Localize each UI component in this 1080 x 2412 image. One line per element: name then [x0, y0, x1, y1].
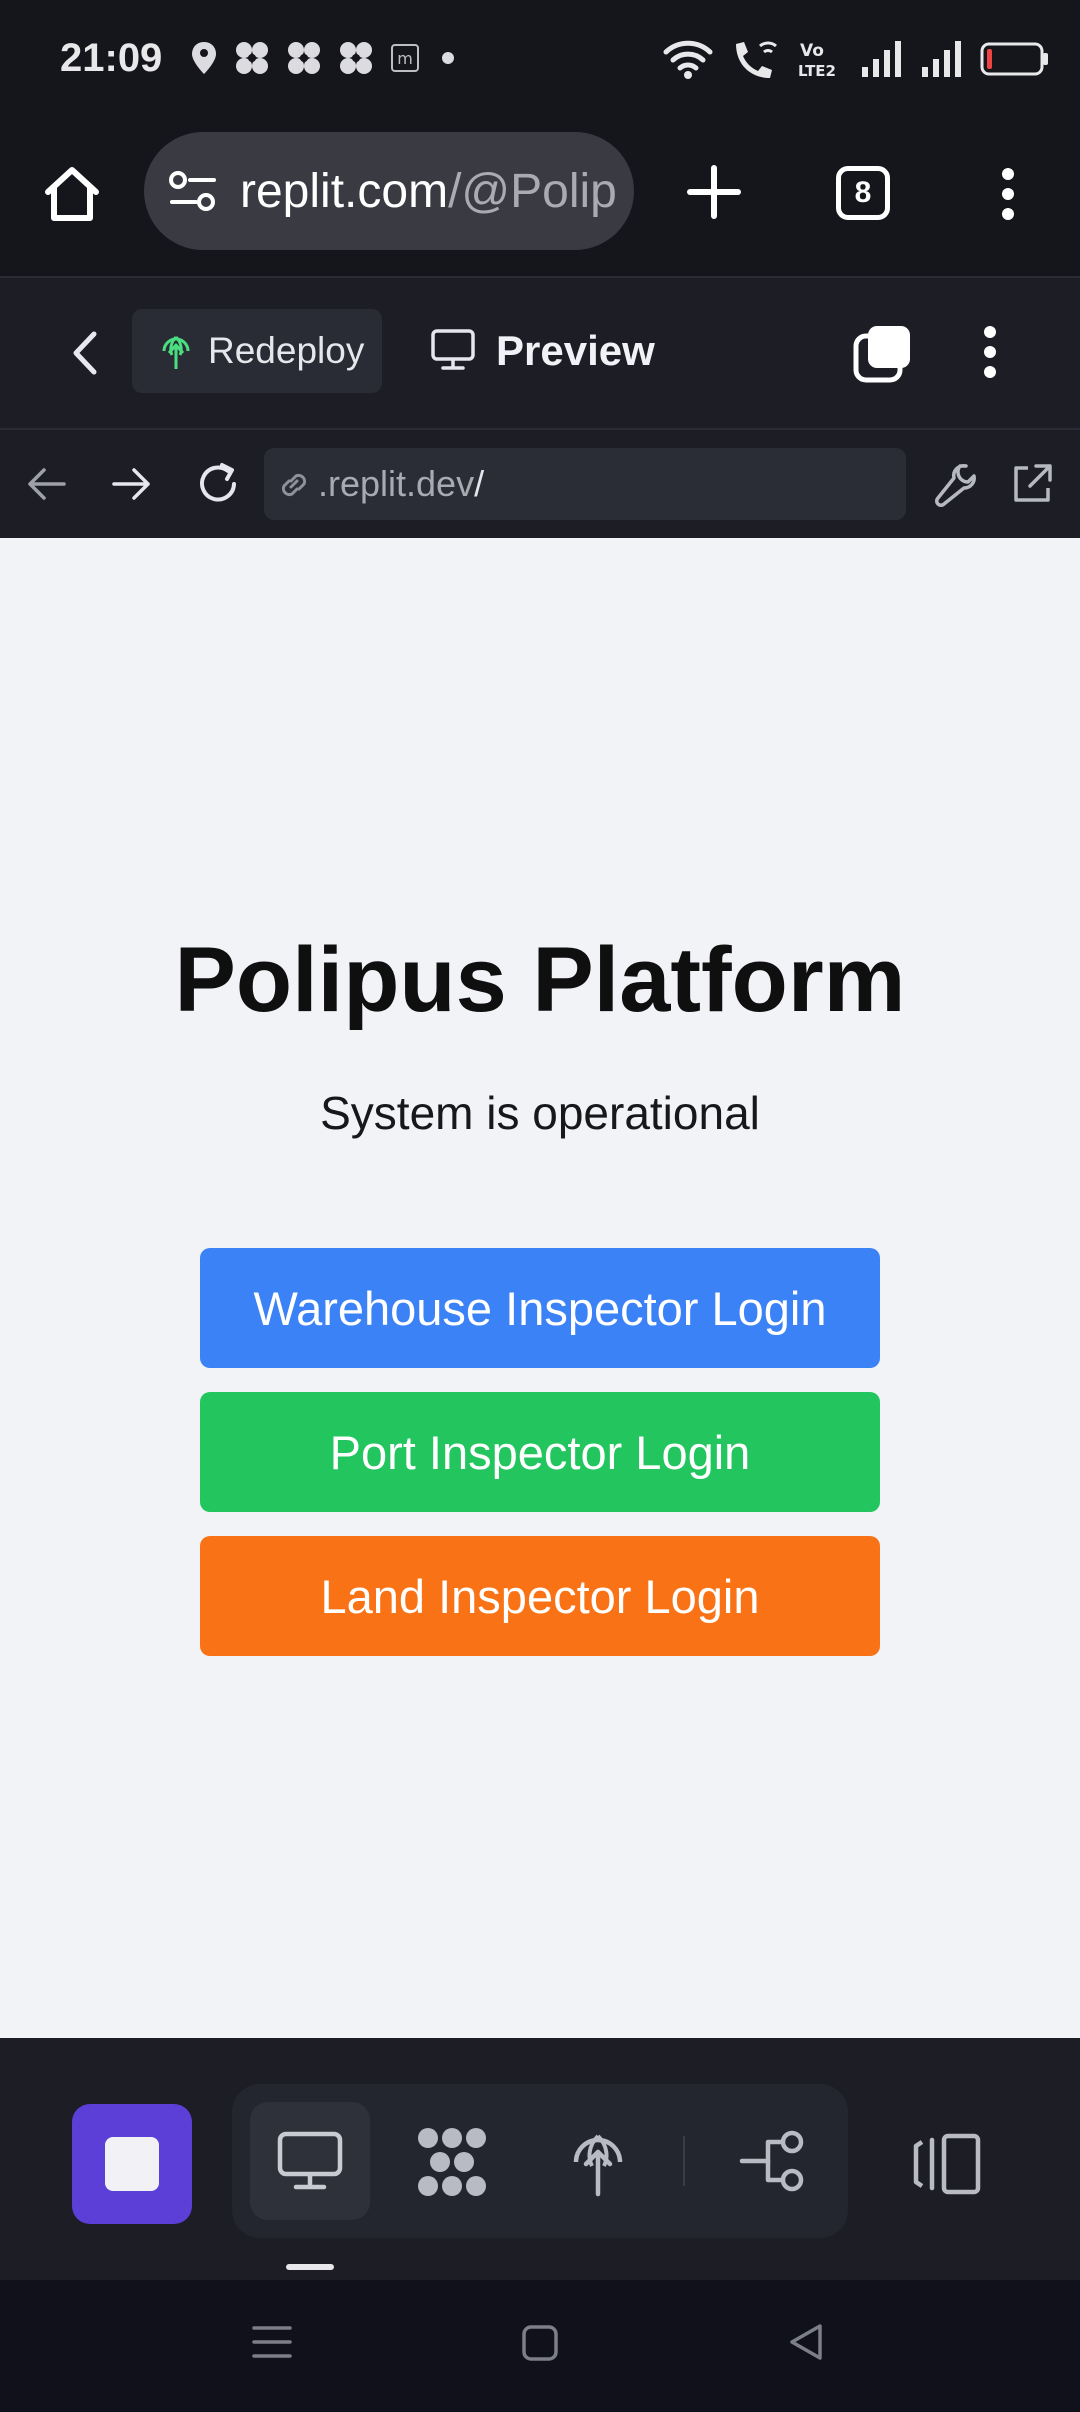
wifi-calling-icon	[736, 41, 777, 78]
signal-icon	[862, 41, 901, 77]
nav-forward-button[interactable]	[108, 462, 154, 506]
recent-apps-button[interactable]	[252, 2322, 292, 2362]
home-button[interactable]	[42, 164, 102, 224]
preview-url-path: /	[474, 463, 485, 504]
dot-icon	[442, 52, 454, 64]
monitor-icon	[430, 328, 476, 372]
tab-preview[interactable]: Preview	[430, 308, 655, 394]
devices-icon	[913, 2133, 981, 2195]
gesture-indicator	[286, 2264, 334, 2270]
home-nav-button[interactable]	[521, 2324, 559, 2362]
preview-tool-button[interactable]	[250, 2102, 370, 2220]
toolbar-divider	[683, 2136, 685, 2186]
pane-switch-button[interactable]	[852, 322, 914, 384]
reload-button[interactable]	[194, 460, 242, 508]
url-text: replit.com/@Polip	[240, 164, 620, 219]
nav-back-button[interactable]	[24, 462, 70, 506]
preview-label: Preview	[496, 327, 655, 374]
reload-icon	[200, 463, 236, 502]
agent-logo-icon	[418, 2128, 486, 2196]
preview-url: .replit.dev/	[318, 463, 484, 505]
stop-button[interactable]	[72, 2104, 192, 2224]
app-icon	[288, 42, 320, 74]
new-tab-button[interactable]	[686, 164, 742, 220]
replit-bottom-toolbar	[0, 2038, 1080, 2280]
devices-tool-button[interactable]	[912, 2132, 984, 2196]
replit-header: Redeploy Preview	[0, 278, 1080, 430]
wrench-icon	[935, 464, 976, 507]
status-message: System is operational	[320, 1087, 760, 1139]
url-bar[interactable]: replit.com/@Polip	[144, 132, 634, 250]
battery-low-icon	[980, 42, 1048, 76]
stop-icon	[105, 2137, 159, 2191]
back-nav-button[interactable]	[786, 2322, 826, 2362]
site-settings-icon[interactable]	[168, 170, 218, 214]
square-icon	[522, 2325, 558, 2361]
browser-menu-button[interactable]	[996, 164, 1020, 224]
home-icon	[45, 167, 99, 221]
system-navigation-bar	[0, 2280, 1080, 2412]
redeploy-label: Redeploy	[208, 330, 365, 371]
more-vertical-icon	[1002, 168, 1014, 220]
svg-text:LTE2: LTE2	[798, 62, 836, 80]
open-external-button[interactable]	[1008, 460, 1056, 508]
webview-nav: .replit.dev/	[0, 430, 1080, 538]
m-app-icon: m	[391, 44, 419, 72]
deploy-globe-icon	[158, 331, 194, 371]
notification-icons: m	[190, 40, 460, 76]
warehouse-inspector-login-button[interactable]: Warehouse Inspector Login	[200, 1248, 880, 1368]
arrow-left-icon	[28, 468, 66, 500]
git-branch-icon	[739, 2130, 804, 2192]
system-icons: Vo LTE2	[662, 38, 1050, 80]
url-host: replit.com	[240, 164, 449, 218]
location-pin-icon	[192, 42, 216, 74]
status-time: 21:09	[60, 36, 163, 80]
tool-switcher	[232, 2084, 848, 2238]
signal-icon	[922, 41, 961, 77]
port-inspector-login-button[interactable]: Port Inspector Login	[200, 1392, 880, 1512]
browser-toolbar: replit.com/@Polip 8	[0, 122, 1080, 278]
app-icon	[340, 42, 372, 74]
more-vertical-icon	[984, 326, 996, 378]
svg-text:Vo: Vo	[800, 41, 824, 61]
page-title: Polipus Platform	[174, 929, 906, 1031]
devtools-button[interactable]	[930, 460, 980, 508]
agent-tool-button[interactable]	[414, 2126, 490, 2198]
url-path: /@Polip	[448, 164, 617, 218]
menu-lines-icon	[252, 2326, 292, 2358]
svg-text:m: m	[397, 49, 413, 68]
pane-overlap-icon	[853, 326, 910, 383]
land-inspector-login-button[interactable]: Land Inspector Login	[200, 1536, 880, 1656]
tab-switcher-button[interactable]: 8	[836, 166, 890, 220]
triangle-back-icon	[790, 2324, 822, 2360]
status-bar: 21:09 m Vo LTE2	[0, 0, 1080, 122]
preview-content: Polipus Platform System is operational W…	[0, 538, 1080, 2038]
preview-url-host: .replit.dev	[318, 463, 475, 504]
arrow-right-icon	[112, 468, 150, 500]
preview-address-bar[interactable]: .replit.dev/	[264, 448, 906, 520]
deploy-tool-button[interactable]	[568, 2126, 628, 2198]
volte-icon: VoLTE2	[798, 41, 836, 80]
app-icon	[236, 42, 268, 74]
external-link-icon	[1014, 464, 1052, 502]
tab-count: 8	[854, 176, 872, 209]
wifi-icon	[663, 40, 713, 79]
chevron-left-icon	[73, 331, 97, 375]
git-tool-button[interactable]	[738, 2128, 808, 2194]
plus-icon	[687, 165, 741, 219]
replit-menu-button[interactable]	[978, 322, 1002, 382]
deploy-icon	[573, 2134, 623, 2197]
redeploy-button[interactable]: Redeploy	[132, 309, 382, 393]
link-icon	[276, 468, 312, 502]
back-button[interactable]	[66, 328, 102, 378]
desktop-preview-icon	[276, 2130, 344, 2192]
